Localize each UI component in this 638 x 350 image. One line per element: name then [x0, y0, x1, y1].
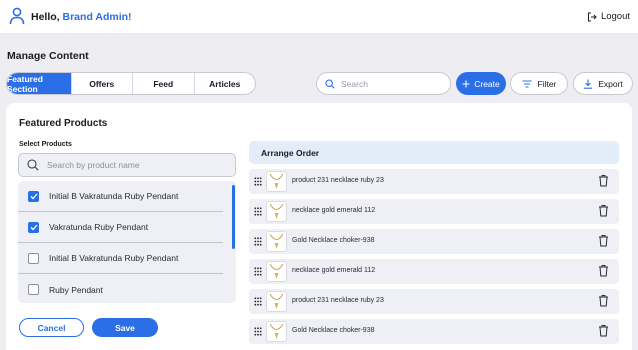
- featured-products-panel: Featured Products Select Products Search…: [6, 103, 632, 350]
- save-button[interactable]: Save: [92, 318, 158, 337]
- trash-icon[interactable]: [598, 264, 609, 277]
- necklace-thumbnail: [266, 201, 287, 222]
- product-item[interactable]: Initial B Vakratunda Ruby Pendant: [18, 243, 223, 274]
- top-bar: Hello, Brand Admin! Logout: [0, 0, 638, 34]
- cancel-button[interactable]: Cancel: [19, 318, 84, 337]
- export-label: Export: [598, 78, 623, 89]
- drag-handle-icon[interactable]: [254, 207, 262, 216]
- select-products-label: Select Products: [19, 141, 72, 148]
- checkbox-icon[interactable]: [28, 284, 39, 295]
- logout-button[interactable]: Logout: [587, 11, 630, 22]
- order-item-name: product 231 necklace ruby 23: [292, 297, 384, 304]
- product-item[interactable]: Vakratunda Ruby Pendant: [18, 212, 223, 243]
- order-item-name: necklace gold emerald 112: [292, 267, 376, 274]
- arrange-order-heading: Arrange Order: [249, 141, 619, 164]
- order-row[interactable]: necklace gold emerald 112: [249, 259, 619, 284]
- tab-articles[interactable]: Articles: [195, 73, 255, 94]
- order-row[interactable]: Gold Necklace choker-938: [249, 229, 619, 254]
- product-name: Ruby Pendant: [49, 284, 103, 295]
- search-icon: [27, 159, 39, 171]
- logout-icon: [587, 12, 597, 21]
- export-button[interactable]: Export: [573, 72, 633, 95]
- checkbox-icon[interactable]: [28, 252, 39, 264]
- product-item[interactable]: Ruby Pendant: [18, 274, 223, 303]
- product-list: Initial B Vakratunda Ruby Pendant Vakrat…: [18, 181, 236, 303]
- checkbox-checked-icon[interactable]: [28, 221, 39, 233]
- trash-icon[interactable]: [598, 204, 609, 217]
- product-search-input[interactable]: Search by product name: [18, 153, 236, 177]
- create-label: Create: [474, 78, 500, 89]
- product-name: Initial B Vakratunda Ruby Pendant: [49, 191, 179, 201]
- drag-handle-icon[interactable]: [254, 177, 262, 186]
- drag-handle-icon[interactable]: [254, 297, 262, 306]
- product-search-placeholder: Search by product name: [47, 160, 140, 170]
- user-icon: [9, 7, 25, 25]
- filter-label: Filter: [537, 78, 557, 89]
- necklace-thumbnail: [266, 291, 287, 312]
- product-item[interactable]: Initial B Vakratunda Ruby Pendant: [18, 181, 223, 212]
- necklace-thumbnail: [266, 321, 287, 342]
- drag-handle-icon[interactable]: [254, 327, 262, 336]
- trash-icon[interactable]: [598, 294, 609, 307]
- drag-handle-icon[interactable]: [254, 237, 262, 246]
- create-button[interactable]: Create: [456, 72, 506, 95]
- download-icon: [584, 79, 593, 89]
- order-item-name: necklace gold emerald 112: [292, 207, 376, 214]
- user-name: Brand Admin!: [62, 11, 132, 23]
- checkbox-checked-icon[interactable]: [28, 190, 39, 202]
- necklace-thumbnail: [266, 231, 287, 252]
- search-icon: [325, 78, 335, 89]
- order-item-name: product 231 necklace ruby 23: [292, 177, 384, 184]
- filter-icon: [522, 79, 532, 88]
- order-row[interactable]: Gold Necklace choker-938: [249, 319, 619, 344]
- drag-handle-icon[interactable]: [254, 267, 262, 276]
- trash-icon[interactable]: [598, 234, 609, 247]
- order-row[interactable]: product 231 necklace ruby 23: [249, 289, 619, 314]
- product-name: Vakratunda Ruby Pendant: [49, 222, 149, 232]
- order-row[interactable]: necklace gold emerald 112: [249, 199, 619, 224]
- page-title: Manage Content: [7, 50, 89, 62]
- order-item-name: Gold Necklace choker-938: [292, 237, 375, 244]
- order-item-name: Gold Necklace choker-938: [292, 327, 375, 334]
- tab-featured-section[interactable]: Featured Section: [7, 73, 72, 94]
- order-row[interactable]: product 231 necklace ruby 23: [249, 169, 619, 194]
- search-input[interactable]: Search: [316, 72, 451, 95]
- search-placeholder: Search: [341, 78, 368, 89]
- content-tabs: Featured Section Offers Feed Articles: [6, 72, 256, 95]
- filter-button[interactable]: Filter: [510, 72, 568, 95]
- greeting: Hello, Brand Admin!: [31, 11, 132, 23]
- greeting-text: Hello,: [31, 11, 63, 23]
- tab-feed[interactable]: Feed: [133, 73, 195, 94]
- trash-icon[interactable]: [598, 174, 609, 187]
- trash-icon[interactable]: [598, 324, 609, 337]
- product-name: Initial B Vakratunda Ruby Pendant: [49, 253, 179, 263]
- necklace-thumbnail: [266, 261, 287, 282]
- plus-icon: [462, 80, 470, 87]
- tab-offers[interactable]: Offers: [72, 73, 134, 94]
- panel-title: Featured Products: [19, 118, 108, 129]
- product-list-scrollbar[interactable]: [232, 185, 235, 249]
- necklace-thumbnail: [266, 171, 287, 192]
- logout-label: Logout: [600, 11, 630, 22]
